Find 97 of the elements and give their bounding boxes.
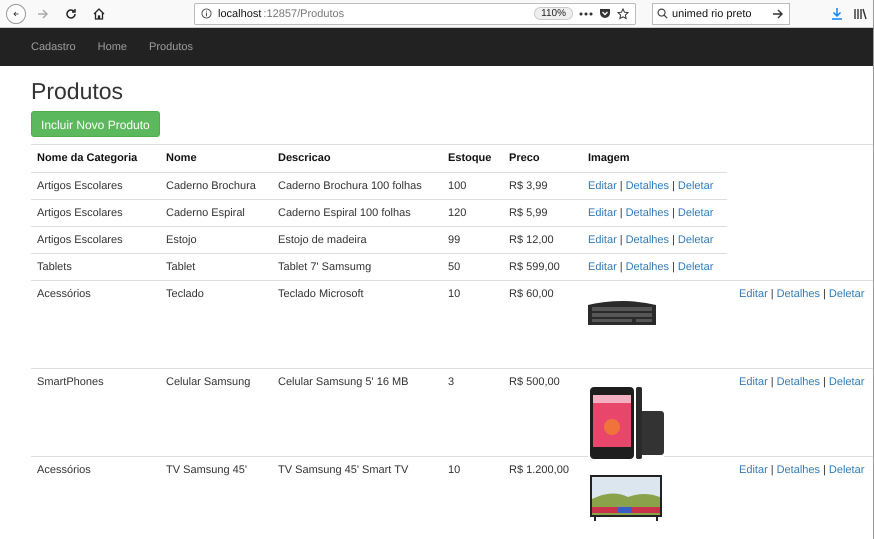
edit-link[interactable]: Editar bbox=[588, 207, 617, 219]
separator: | bbox=[620, 207, 623, 219]
edit-link[interactable]: Editar bbox=[739, 376, 768, 388]
edit-link[interactable]: Editar bbox=[588, 261, 617, 273]
table-cell: Celular Samsung 5' 16 MB bbox=[278, 376, 408, 388]
table-cell: Estojo de madeira bbox=[278, 234, 367, 246]
separator: | bbox=[823, 288, 826, 300]
table-cell: 10 bbox=[448, 464, 460, 476]
table-cell: 10 bbox=[448, 288, 460, 300]
table-cell: R$ 1.200,00 bbox=[509, 464, 569, 476]
delete-link[interactable]: Deletar bbox=[678, 180, 714, 192]
star-icon[interactable] bbox=[617, 8, 629, 20]
separator: | bbox=[672, 207, 675, 219]
table-cell: Tablets bbox=[37, 261, 72, 273]
details-link[interactable]: Detalhes bbox=[626, 180, 670, 192]
table-cell: R$ 3,99 bbox=[509, 180, 548, 192]
nav-link[interactable]: Produtos bbox=[148, 41, 194, 53]
table-cell: Caderno Espiral 100 folhas bbox=[278, 207, 411, 219]
details-link[interactable]: Detalhes bbox=[776, 288, 820, 300]
table-cell: SmartPhones bbox=[37, 376, 104, 388]
search-icon bbox=[657, 8, 668, 19]
table-cell: Estojo bbox=[166, 234, 197, 246]
details-link[interactable]: Detalhes bbox=[626, 234, 670, 246]
table-cell: 99 bbox=[448, 234, 460, 246]
table-cell: Teclado Microsoft bbox=[278, 288, 364, 300]
table-cell: Caderno Brochura 100 folhas bbox=[278, 180, 422, 192]
column-header: Nome da Categoria bbox=[36, 151, 138, 166]
separator: | bbox=[672, 261, 675, 273]
more-icon[interactable] bbox=[579, 12, 593, 16]
table-cell: R$ 599,00 bbox=[509, 261, 560, 273]
reload-icon[interactable] bbox=[65, 8, 77, 20]
back-button[interactable] bbox=[6, 4, 26, 24]
create-button[interactable]: Incluir Novo Produto bbox=[31, 111, 160, 137]
table-cell: R$ 5,99 bbox=[509, 207, 548, 219]
table-cell: 120 bbox=[448, 207, 466, 219]
table-cell: R$ 12,00 bbox=[509, 234, 554, 246]
edit-link[interactable]: Editar bbox=[739, 288, 768, 300]
table-cell: Artigos Escolares bbox=[37, 207, 123, 219]
table-cell: Tablet 7' Samsumg bbox=[278, 261, 372, 273]
column-header: Imagem bbox=[587, 151, 631, 166]
nav-link[interactable]: Home bbox=[98, 41, 127, 53]
separator: | bbox=[823, 464, 826, 476]
delete-link[interactable]: Deletar bbox=[828, 464, 864, 476]
table-cell: Caderno Brochura bbox=[166, 180, 256, 192]
table-cell: 100 bbox=[448, 180, 466, 192]
details-link[interactable]: Detalhes bbox=[776, 464, 820, 476]
separator: | bbox=[770, 464, 774, 476]
table-cell: TV Samsung 45' bbox=[166, 464, 247, 476]
search-field[interactable]: unimed rio preto bbox=[652, 2, 790, 24]
column-header: Nome bbox=[165, 151, 198, 166]
separator: | bbox=[770, 288, 774, 300]
table-cell: Teclado bbox=[166, 288, 204, 300]
table-cell: Acessórios bbox=[37, 464, 91, 476]
separator: | bbox=[620, 180, 623, 192]
details-link[interactable]: Detalhes bbox=[626, 261, 670, 273]
edit-link[interactable]: Editar bbox=[739, 464, 768, 476]
details-link[interactable]: Detalhes bbox=[776, 376, 820, 388]
delete-link[interactable]: Deletar bbox=[828, 288, 864, 300]
table-cell: Artigos Escolares bbox=[37, 180, 123, 192]
address-bar[interactable]: localhost :12857/Produtos 110% bbox=[194, 2, 636, 24]
delete-link[interactable]: Deletar bbox=[828, 376, 864, 388]
column-header: Descricao bbox=[277, 151, 332, 166]
column-header: Estoque bbox=[447, 151, 492, 166]
delete-link[interactable]: Deletar bbox=[678, 234, 714, 246]
separator: | bbox=[620, 261, 623, 273]
home-icon[interactable] bbox=[93, 8, 105, 20]
delete-link[interactable]: Deletar bbox=[678, 207, 714, 219]
table-cell: 50 bbox=[448, 261, 460, 273]
separator: | bbox=[672, 234, 675, 246]
edit-link[interactable]: Editar bbox=[588, 180, 617, 192]
url-host: localhost bbox=[218, 8, 262, 20]
table-cell: Artigos Escolares bbox=[37, 234, 123, 246]
table-cell: Acessórios bbox=[37, 288, 91, 300]
table-cell: R$ 500,00 bbox=[509, 376, 560, 388]
brand-link[interactable]: Cadastro bbox=[31, 41, 76, 53]
table-cell: TV Samsung 45' Smart TV bbox=[278, 464, 408, 476]
page-title: Produtos bbox=[31, 78, 124, 105]
url-path: :12857/Produtos bbox=[263, 8, 344, 20]
table-cell: R$ 60,00 bbox=[509, 288, 554, 300]
arrow-icon[interactable] bbox=[772, 8, 784, 20]
library-icon[interactable] bbox=[853, 8, 867, 20]
edit-link[interactable]: Editar bbox=[588, 234, 617, 246]
delete-link[interactable]: Deletar bbox=[678, 261, 714, 273]
column-header: Preco bbox=[508, 151, 541, 166]
table-cell: Celular Samsung bbox=[166, 376, 250, 388]
table-cell: 3 bbox=[448, 376, 454, 388]
details-link[interactable]: Detalhes bbox=[626, 207, 670, 219]
pocket-icon[interactable] bbox=[599, 8, 611, 19]
download-icon[interactable] bbox=[831, 7, 843, 20]
table-cell: Tablet bbox=[166, 261, 196, 273]
separator: | bbox=[823, 376, 826, 388]
zoom-badge[interactable]: 110% bbox=[534, 7, 573, 20]
separator: | bbox=[672, 180, 675, 192]
separator: | bbox=[620, 234, 623, 246]
info-icon bbox=[201, 8, 212, 19]
separator: | bbox=[770, 376, 774, 388]
table-cell: Caderno Espiral bbox=[166, 207, 245, 219]
